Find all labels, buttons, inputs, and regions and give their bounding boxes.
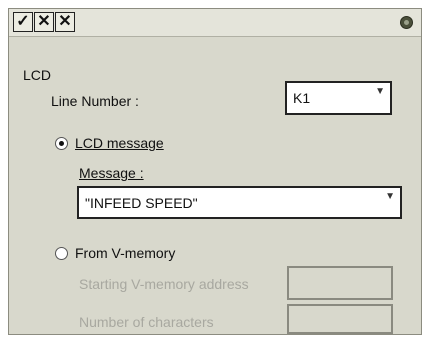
line-number-value: K1 — [293, 90, 311, 106]
section-title: LCD — [23, 67, 52, 83]
x-icon[interactable]: ✕ — [34, 12, 54, 32]
lcd-dialog: ✓ ✕ ✕ LCD Line Number : K1 ▼ LCD message… — [8, 8, 422, 335]
number-of-characters-input[interactable] — [287, 304, 393, 334]
v-memory-radio[interactable] — [55, 247, 68, 260]
lcd-message-radio[interactable] — [55, 137, 68, 150]
check-icon[interactable]: ✓ — [13, 12, 33, 32]
chevron-down-icon: ▼ — [375, 86, 385, 97]
line-number-select[interactable]: K1 ▼ — [285, 81, 392, 115]
v-memory-label[interactable]: From V-memory — [75, 245, 175, 261]
close-x-icon[interactable]: ✕ — [55, 12, 75, 32]
lcd-message-label[interactable]: LCD message — [75, 135, 164, 151]
message-value: "INFEED SPEED" — [85, 195, 198, 211]
title-bar: ✓ ✕ ✕ — [9, 9, 421, 37]
line-number-label: Line Number : — [51, 93, 139, 109]
number-of-characters-label: Number of characters — [79, 314, 214, 330]
starting-v-memory-input[interactable] — [287, 266, 393, 300]
window-close-dot-icon[interactable] — [400, 16, 413, 29]
starting-v-memory-label: Starting V-memory address — [79, 276, 249, 292]
chevron-down-icon: ▼ — [385, 191, 395, 202]
message-input[interactable]: "INFEED SPEED" ▼ — [77, 186, 402, 219]
message-label: Message : — [79, 165, 144, 181]
